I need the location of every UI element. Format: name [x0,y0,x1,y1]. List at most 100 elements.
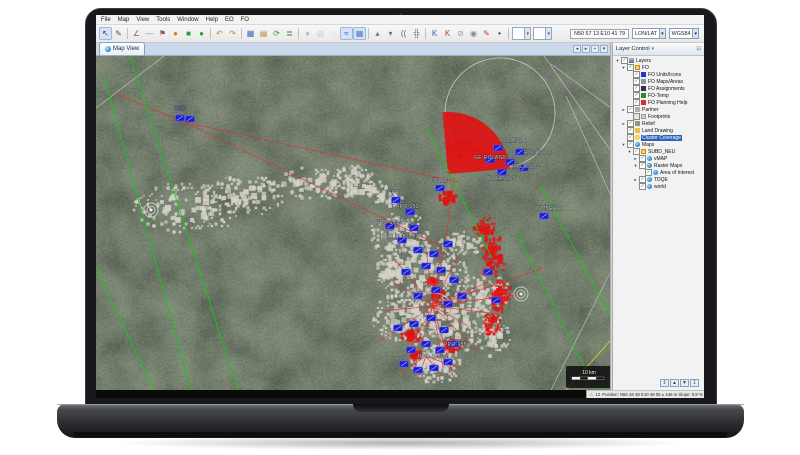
layer-up-icon[interactable]: ▲ [670,379,679,387]
unit-symbol[interactable] [436,185,445,191]
unit-symbol[interactable] [484,269,493,275]
layer-checkbox[interactable]: ✓ [633,148,640,155]
tree-expander-icon[interactable]: ▸ [633,177,638,183]
unit-symbol[interactable] [444,301,453,307]
unit-walk-blue-icon[interactable]: K [428,27,441,40]
pencil-tool-icon[interactable]: ✎ [112,27,125,40]
layer-top-icon[interactable]: ↥ [660,379,669,387]
search-icon[interactable]: ● [301,27,314,40]
layer-checkbox[interactable]: ✓ [639,162,646,169]
unit-symbol[interactable] [407,347,416,353]
target-icon[interactable]: ◌ [327,27,340,40]
datum-select[interactable]: WGS84 ▾ [669,28,699,39]
layer-row-footprints[interactable]: Footprints [613,113,704,120]
unit-symbol[interactable] [176,115,185,121]
layer-row-world[interactable]: ✓world [613,183,704,190]
scale-select[interactable]: ▾ [533,27,552,40]
tree-expander-icon[interactable]: ▾ [633,163,638,169]
unit-symbol[interactable] [427,315,436,321]
tree-expander-icon[interactable]: ▾ [621,65,626,71]
unit-symbol[interactable] [414,367,423,373]
dock-float-icon[interactable]: ▪ [591,45,599,53]
layer-row-fo-units-icons[interactable]: ✓FO Units/Icons [613,71,704,78]
unit-walk-red-icon[interactable]: K [441,27,454,40]
layer-lower-icon[interactable]: ▾ [384,27,397,40]
unit-symbol[interactable] [494,145,503,151]
layer-checkbox[interactable]: ✓ [627,64,634,71]
dock-menu-icon[interactable]: ▾ [600,45,608,53]
dock-left-icon[interactable]: ◂ [573,45,581,53]
layer-row-relief[interactable]: ▸✓Relief [613,120,704,127]
layer-row-cluster-coverage[interactable]: ✓Cluster Coverage [613,134,704,141]
tree-expander-icon[interactable]: ▾ [627,149,632,155]
menu-fo[interactable]: FO [241,17,249,23]
layer-checkbox[interactable]: ✓ [639,176,646,183]
menu-view[interactable]: View [136,17,149,23]
layer-row-partner[interactable]: ▸✓Partner [613,106,704,113]
unit-symbol[interactable] [414,247,423,253]
unit-symbol[interactable] [414,293,423,299]
layer-raise-icon[interactable]: ▴ [371,27,384,40]
layer-checkbox[interactable] [633,113,640,120]
layer-checkbox[interactable]: ✓ [633,92,640,99]
gallery-icon[interactable]: ▤ [257,27,270,40]
unit-symbol[interactable] [450,277,459,283]
unit-symbol[interactable] [394,325,403,331]
waypoint-flag-icon[interactable]: ⚑ [156,27,169,40]
unit-symbol[interactable] [422,341,431,347]
org-chart-icon[interactable]: ╬ [410,27,423,40]
unit-symbol[interactable] [400,361,409,367]
undo-icon[interactable]: ↶ [213,27,226,40]
tree-expander-icon[interactable]: ▾ [621,142,626,148]
tree-expander-icon[interactable]: ▸ [633,156,638,162]
unit-symbol[interactable] [402,269,411,275]
unit-symbol[interactable] [444,241,453,247]
layer-checkbox[interactable]: ✓ [645,169,652,176]
layer-row-maps[interactable]: ▾✓Maps [613,141,704,148]
unit-symbol[interactable] [432,287,441,293]
layer-row-fo-planning-help[interactable]: ✓FO Planning Help [613,99,704,106]
zoom-icon[interactable]: ◎ [314,27,327,40]
green-point-icon[interactable]: ● [195,27,208,40]
signal-icon[interactable]: (( [397,27,410,40]
layer-row-fo-assignments[interactable]: ✓FO Assignments [613,85,704,92]
layer-checkbox[interactable]: ✓ [633,78,640,85]
coverage-waves-icon[interactable]: ≈ [340,27,353,40]
unit-symbol[interactable] [492,297,501,303]
layer-checkbox[interactable]: ✓ [627,106,634,113]
chevron-down-icon[interactable]: ▾ [524,28,530,39]
unit-symbol[interactable] [440,327,449,333]
style-select[interactable]: ▾ [512,27,531,40]
pin-icon[interactable]: ⊡ [696,46,701,52]
calendar-icon[interactable]: ▦ [244,27,257,40]
layer-checkbox[interactable]: ✓ [639,155,646,162]
tab-map-view[interactable]: Map View [99,42,145,55]
chevron-down-icon[interactable]: ▾ [652,46,655,52]
coverage-grid-icon[interactable]: ▦ [353,27,366,40]
coord-format-select[interactable]: LON/LAT ▾ [632,28,666,39]
chevron-down-icon[interactable]: ▾ [659,29,665,38]
layer-checkbox[interactable]: ✓ [627,127,634,134]
layer-row-land-drawing[interactable]: ✓Land Drawing [613,127,704,134]
unit-symbol[interactable] [186,116,195,122]
unit-symbol[interactable] [540,213,549,219]
layer-checkbox[interactable]: ✓ [627,141,634,148]
layer-stack-icon[interactable]: ≣ [283,27,296,40]
layer-row-tdqe[interactable]: ▸✓TDQE [613,176,704,183]
layer-row-layers[interactable]: ▾✓Layers [613,57,704,64]
redo-icon[interactable]: ↷ [226,27,239,40]
menu-eo[interactable]: EO [225,17,234,23]
layer-checkbox[interactable]: ✓ [633,85,640,92]
layer-row-fo-temp[interactable]: ✓FO-Temp [613,92,704,99]
map-canvas[interactable]: CRCROLAND 1ROLAND 2ROLAND 3GE ROLANDROLA… [96,56,610,390]
menu-help[interactable]: Help [206,17,218,23]
menu-file[interactable]: File [101,17,111,23]
layer-checkbox[interactable]: ✓ [627,134,634,141]
layer-checkbox[interactable]: ✓ [621,57,628,64]
refresh-icon[interactable]: ⟳ [270,27,283,40]
dot-tool-icon[interactable]: • [493,27,506,40]
select-tool-icon[interactable]: ↖ [99,27,112,40]
tree-expander-icon[interactable]: ▸ [621,121,626,127]
unit-symbol[interactable] [422,263,431,269]
layer-checkbox[interactable]: ✓ [633,71,640,78]
